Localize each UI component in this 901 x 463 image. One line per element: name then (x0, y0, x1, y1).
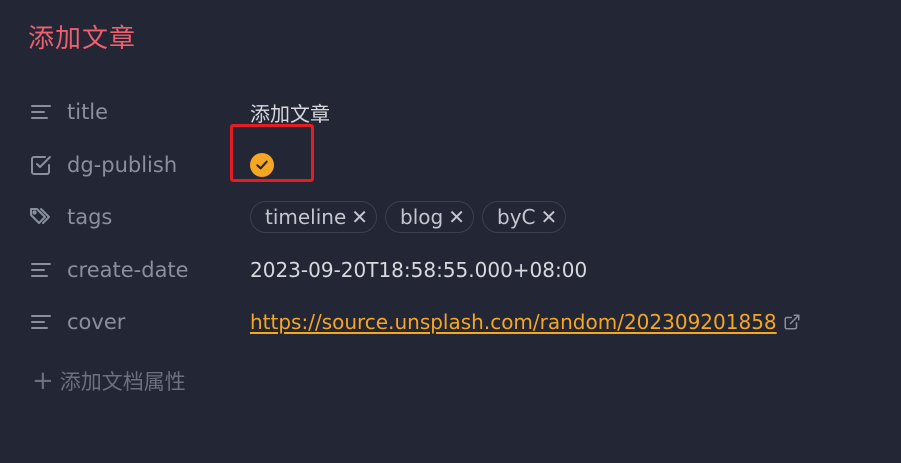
property-row-dg-publish: dg-publish (28, 139, 868, 192)
property-value-tags: timeline ✕ blog ✕ byC ✕ (250, 201, 574, 234)
property-value-title[interactable]: 添加文章 (250, 98, 330, 127)
tag-label: timeline (265, 205, 347, 230)
property-value-create-date[interactable]: 2023-09-20T18:58:55.000+08:00 (250, 258, 587, 282)
property-key-label: dg-publish (67, 152, 178, 177)
plus-icon: + (32, 366, 54, 396)
tag-label: byC (497, 205, 536, 230)
property-row-title: title 添加文章 (28, 86, 868, 139)
property-key-label: tags (67, 205, 113, 230)
property-key-cover[interactable]: cover (28, 309, 250, 335)
tag-label: blog (400, 205, 444, 230)
tags-icon (28, 204, 54, 230)
tag-pill[interactable]: byC ✕ (482, 201, 567, 234)
property-key-label: cover (67, 310, 126, 335)
close-icon[interactable]: ✕ (351, 205, 368, 229)
property-key-dg-publish[interactable]: dg-publish (28, 152, 250, 178)
text-lines-icon (28, 257, 54, 283)
property-key-create-date[interactable]: create-date (28, 257, 250, 283)
property-value-cover: https://source.unsplash.com/random/20230… (250, 310, 801, 334)
text-lines-icon (28, 99, 54, 125)
checkbox-icon (28, 152, 54, 178)
add-property-button[interactable]: + 添加文档属性 (32, 366, 186, 396)
highlight-annotation-box (230, 124, 314, 182)
property-row-tags: tags timeline ✕ blog ✕ byC ✕ (28, 191, 868, 244)
page-title: 添加文章 (28, 24, 137, 54)
property-key-label: title (67, 100, 109, 125)
property-row-cover: cover https://source.unsplash.com/random… (28, 296, 868, 349)
property-key-title[interactable]: title (28, 99, 250, 125)
property-row-create-date: create-date 2023-09-20T18:58:55.000+08:0… (28, 244, 868, 297)
tag-pill[interactable]: blog ✕ (385, 201, 474, 234)
properties-panel: title 添加文章 dg-publish tags timeline ✕ bl… (28, 86, 868, 349)
tag-pill[interactable]: timeline ✕ (250, 201, 378, 234)
text-lines-icon (28, 309, 54, 335)
close-icon[interactable]: ✕ (541, 205, 558, 229)
property-key-label: create-date (67, 257, 189, 282)
add-property-label: 添加文档属性 (59, 370, 186, 394)
close-icon[interactable]: ✕ (448, 205, 465, 229)
property-key-tags[interactable]: tags (28, 204, 250, 230)
external-link-icon[interactable] (783, 313, 801, 331)
cover-url-link[interactable]: https://source.unsplash.com/random/20230… (250, 310, 777, 334)
